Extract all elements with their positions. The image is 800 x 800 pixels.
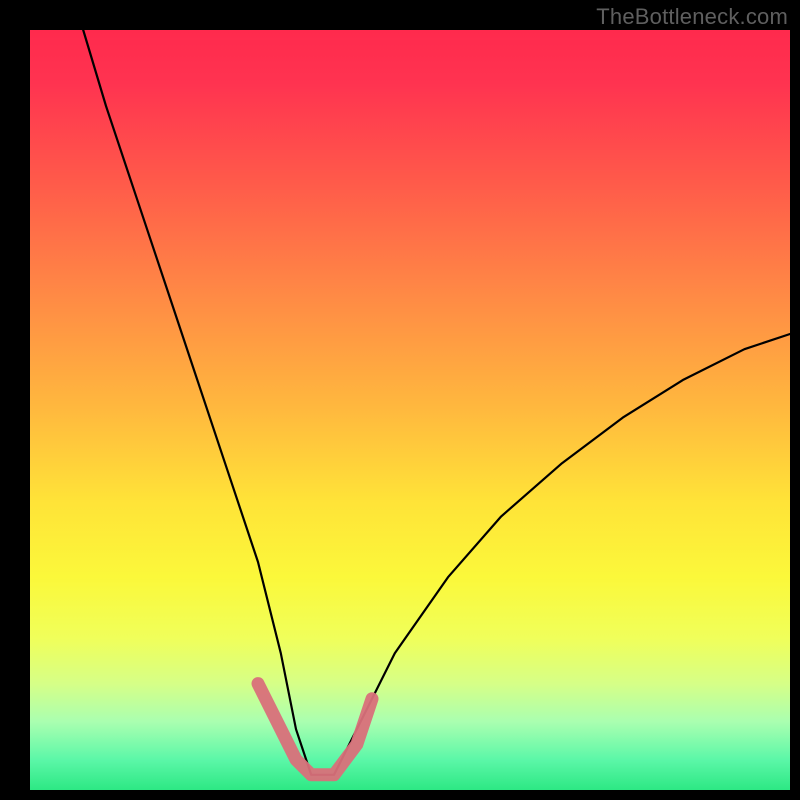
chart-svg xyxy=(0,0,800,800)
watermark-text: TheBottleneck.com xyxy=(596,4,788,30)
chart-root: TheBottleneck.com xyxy=(0,0,800,800)
chart-plot-area xyxy=(30,30,790,790)
